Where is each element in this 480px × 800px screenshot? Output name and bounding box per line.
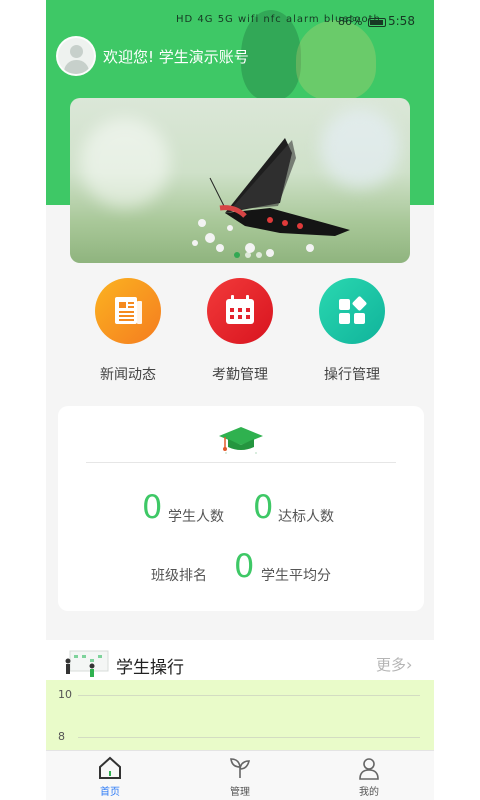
header-illustration-2 — [296, 20, 376, 100]
clock: 5:58 — [388, 14, 415, 28]
tab-manage[interactable]: 管理 — [210, 755, 270, 798]
conduct-chart: 10 8 — [46, 680, 434, 750]
menu-news[interactable]: 新闻动态 — [73, 278, 183, 388]
class-rank-label: 班级排名 — [151, 568, 207, 584]
menu-attendance-label: 考勤管理 — [212, 367, 268, 383]
qualified-value: 0 — [253, 488, 274, 526]
y-tick-8: 8 — [58, 730, 65, 743]
tab-home[interactable]: 首页 — [80, 755, 140, 798]
graduation-cap-icon — [219, 427, 263, 454]
stats-divider — [86, 462, 396, 463]
status-bar: HD 4G 5G wifi nfc alarm bluetooth 86% 5:… — [46, 12, 434, 32]
grid-line — [78, 695, 420, 696]
carousel-indicator[interactable] — [234, 243, 267, 262]
banner-carousel[interactable] — [70, 98, 410, 263]
butterfly-image — [192, 138, 350, 257]
average-label: 学生平均分 — [261, 568, 331, 584]
grid-line — [78, 737, 420, 738]
student-count-label: 学生人数 — [168, 509, 224, 525]
student-count-value: 0 — [142, 488, 163, 526]
menu-conduct-label: 操行管理 — [324, 367, 380, 383]
menu-news-label: 新闻动态 — [100, 367, 156, 383]
home-icon — [99, 756, 121, 779]
battery-icon: 86% — [338, 15, 386, 28]
user-icon — [359, 758, 379, 780]
conduct-title: 学生操行 — [116, 658, 184, 678]
more-link[interactable]: 更多› — [376, 654, 412, 675]
tab-bar: 首页 管理 我的 — [46, 750, 434, 800]
conduct-illustration-icon — [65, 650, 109, 677]
newspaper-icon — [95, 278, 161, 344]
avatar[interactable] — [56, 36, 96, 76]
calendar-icon — [207, 278, 273, 344]
conduct-section: 学生操行 更多› 10 8 — [46, 640, 434, 750]
app-screen: HD 4G 5G wifi nfc alarm bluetooth 86% 5:… — [46, 0, 434, 800]
average-value: 0 — [234, 547, 255, 585]
menu-conduct[interactable]: 操行管理 — [297, 278, 407, 388]
menu-attendance[interactable]: 考勤管理 — [185, 278, 295, 388]
tab-mine[interactable]: 我的 — [339, 755, 399, 798]
welcome-text: 欢迎您! 学生演示账号 — [103, 48, 249, 66]
apps-icon — [319, 278, 385, 344]
qualified-label: 达标人数 — [278, 509, 334, 525]
y-tick-10: 10 — [58, 688, 72, 701]
chevron-right-icon: › — [406, 655, 413, 674]
stats-card: 0 学生人数 0 达标人数 班级排名 0 学生平均分 — [58, 406, 424, 611]
sprout-icon — [230, 758, 251, 778]
